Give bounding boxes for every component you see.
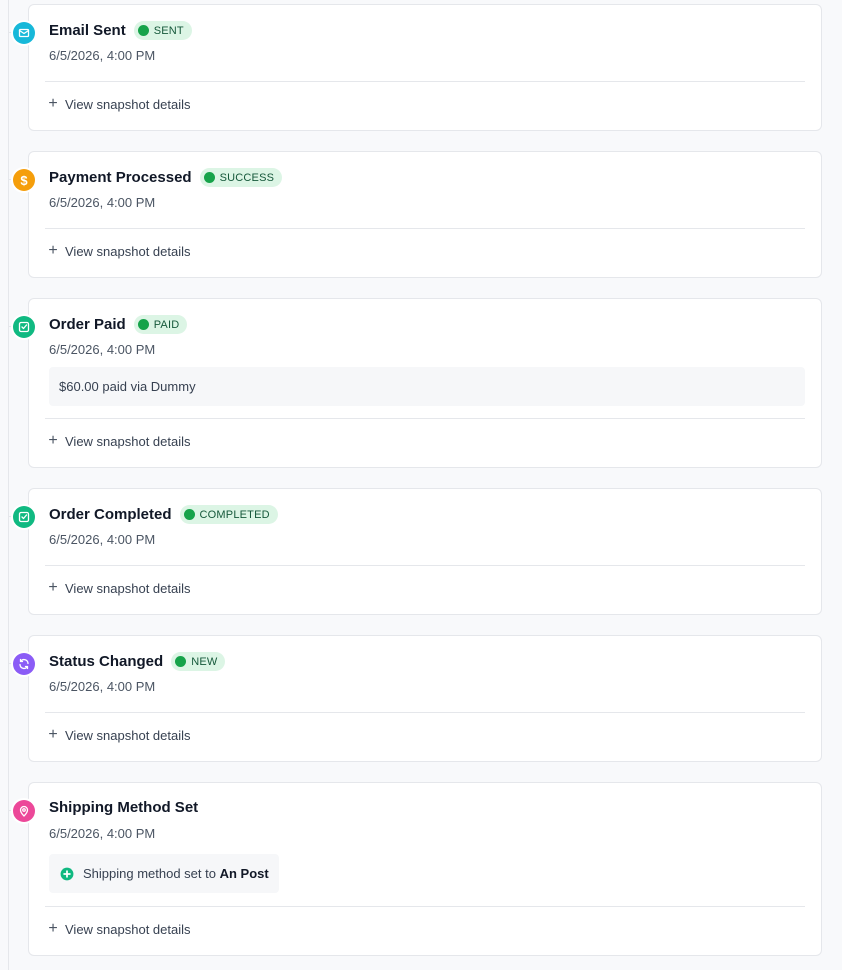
checkbox-icon	[13, 506, 35, 528]
plus-circle-icon	[60, 867, 74, 881]
view-snapshot-details-button[interactable]: + View snapshot details	[47, 579, 191, 596]
view-snapshot-details-button[interactable]: + View snapshot details	[47, 920, 191, 937]
status-badge: COMPLETED	[179, 505, 278, 524]
refresh-icon	[13, 653, 35, 675]
timeline-event-status-changed: Status Changed NEW 6/5/2026, 4:00 PM + V…	[9, 635, 822, 762]
event-title: Email Sent	[49, 22, 126, 39]
event-note: $60.00 paid via Dummy	[49, 367, 805, 406]
divider	[45, 81, 805, 82]
status-badge: PAID	[133, 315, 188, 334]
event-timestamp: 6/5/2026, 4:00 PM	[49, 532, 156, 547]
status-dot	[175, 656, 187, 667]
plus-icon: +	[48, 242, 58, 259]
divider	[45, 228, 805, 229]
activity-timeline: Email Sent SENT 6/5/2026, 4:00 PM + View…	[0, 0, 842, 970]
timeline-event-shipping-method-set: Shipping Method Set 6/5/2026, 4:00 PM Sh…	[9, 782, 822, 956]
event-header: Shipping Method Set	[49, 799, 198, 816]
divider	[45, 712, 805, 713]
status-dot	[137, 25, 149, 36]
status-badge-label: SENT	[153, 24, 184, 37]
view-snapshot-details-button[interactable]: + View snapshot details	[47, 95, 191, 112]
location-pin-icon	[13, 800, 35, 822]
timeline-event-email-sent: Email Sent SENT 6/5/2026, 4:00 PM + View…	[9, 4, 822, 131]
event-header: Payment Processed SUCCESS	[49, 168, 283, 187]
mail-icon	[13, 22, 35, 44]
status-badge-label: PAID	[153, 318, 180, 331]
snapshot-label: View snapshot details	[65, 580, 191, 596]
event-title: Order Completed	[49, 506, 172, 523]
status-badge: SENT	[133, 21, 192, 40]
status-dot	[137, 319, 149, 330]
event-timestamp: 6/5/2026, 4:00 PM	[49, 195, 156, 210]
status-badge-label: SUCCESS	[219, 171, 275, 184]
plus-icon: +	[48, 726, 58, 743]
timeline-event-order-completed: Order Completed COMPLETED 6/5/2026, 4:00…	[9, 488, 822, 615]
snapshot-label: View snapshot details	[65, 921, 191, 937]
status-dot	[183, 509, 195, 520]
event-title: Status Changed	[49, 653, 164, 670]
timeline-line	[8, 0, 9, 970]
note-value: An Post	[219, 866, 269, 881]
event-timestamp: 6/5/2026, 4:00 PM	[49, 342, 156, 357]
plus-icon: +	[48, 579, 58, 596]
status-badge-label: COMPLETED	[199, 508, 270, 521]
snapshot-label: View snapshot details	[65, 727, 191, 743]
plus-icon: +	[48, 432, 58, 449]
event-header: Order Paid PAID	[49, 315, 188, 334]
note-text: Shipping method set to An Post	[83, 854, 269, 893]
view-snapshot-details-button[interactable]: + View snapshot details	[47, 726, 191, 743]
plus-icon: +	[48, 95, 58, 112]
event-title: Payment Processed	[49, 169, 192, 186]
status-dot	[203, 172, 215, 183]
status-badge: SUCCESS	[199, 168, 283, 187]
status-badge-label: NEW	[191, 655, 218, 668]
event-header: Email Sent SENT	[49, 21, 192, 40]
event-title: Shipping Method Set	[49, 799, 199, 816]
timeline-event-payment-processed: $ Payment Processed SUCCESS 6/5/2026, 4:…	[9, 151, 822, 278]
snapshot-label: View snapshot details	[65, 243, 191, 259]
divider	[45, 565, 805, 566]
divider	[45, 906, 805, 907]
event-note: Shipping method set to An Post	[49, 854, 279, 893]
event-timestamp: 6/5/2026, 4:00 PM	[49, 826, 156, 841]
view-snapshot-details-button[interactable]: + View snapshot details	[47, 432, 191, 449]
snapshot-label: View snapshot details	[65, 96, 191, 112]
divider	[45, 418, 805, 419]
event-header: Status Changed NEW	[49, 652, 226, 671]
event-header: Order Completed COMPLETED	[49, 505, 278, 524]
snapshot-label: View snapshot details	[65, 433, 191, 449]
timeline-event-order-paid: Order Paid PAID 6/5/2026, 4:00 PM $60.00…	[9, 298, 822, 468]
note-prefix: Shipping method set to	[83, 866, 216, 881]
dollar-icon: $	[13, 169, 35, 191]
status-badge: NEW	[171, 652, 226, 671]
event-timestamp: 6/5/2026, 4:00 PM	[49, 48, 156, 63]
plus-icon: +	[48, 920, 58, 937]
checkbox-icon	[13, 316, 35, 338]
event-timestamp: 6/5/2026, 4:00 PM	[49, 679, 156, 694]
view-snapshot-details-button[interactable]: + View snapshot details	[47, 242, 191, 259]
event-title: Order Paid	[49, 316, 126, 333]
